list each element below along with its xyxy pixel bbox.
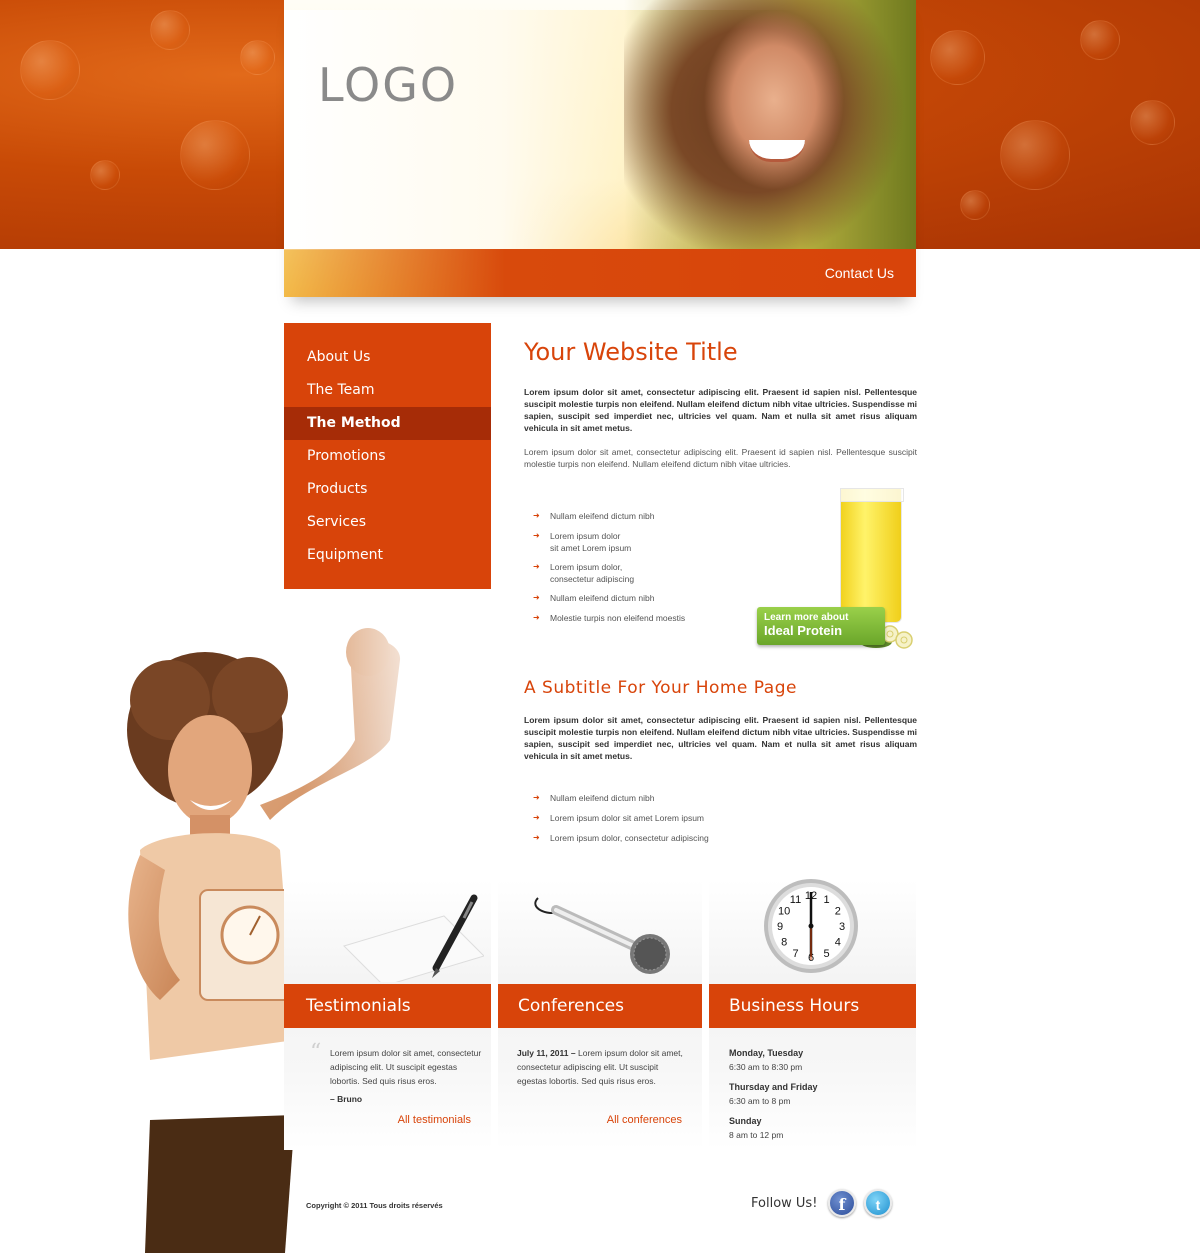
hours-list: Monday, Tuesday 6:30 am to 8:30 pm Thurs… bbox=[729, 1046, 899, 1148]
hours-time: 8 am to 12 pm bbox=[729, 1130, 784, 1140]
bubble-decoration bbox=[150, 10, 190, 50]
subtitle-paragraph: Lorem ipsum dolor sit amet, consectetur … bbox=[524, 715, 917, 761]
bubble-decoration bbox=[180, 120, 250, 190]
list-item-text: consectetur adipiscing bbox=[550, 574, 635, 584]
clock-number: 3 bbox=[839, 921, 845, 933]
list-item-text: Lorem ipsum dolor bbox=[550, 531, 621, 541]
bubble-decoration bbox=[1000, 120, 1070, 190]
hours-days: Monday, Tuesday bbox=[729, 1048, 804, 1058]
body-paragraph: Lorem ipsum dolor sit amet, consectetur … bbox=[524, 447, 917, 469]
nav-item-services[interactable]: Services bbox=[284, 506, 491, 539]
promo-big-text: Ideal Protein bbox=[764, 623, 843, 638]
lead-paragraph: Lorem ipsum dolor sit amet, consectetur … bbox=[524, 387, 917, 433]
bubble-decoration bbox=[20, 40, 80, 100]
promo-small-text: Learn more about bbox=[764, 612, 849, 623]
nav-item-about-us[interactable]: About Us bbox=[284, 341, 491, 374]
list-item: Lorem ipsum dolor sit amet Lorem ipsum bbox=[524, 530, 754, 554]
business-hours-panel: 121234567891011 Business Hours Monday, T… bbox=[709, 879, 916, 1150]
clock-number: 1 bbox=[823, 894, 829, 906]
facebook-icon[interactable]: f bbox=[828, 1189, 856, 1217]
site-logo[interactable]: LOGO bbox=[318, 58, 458, 112]
clock-icon: 121234567891011 bbox=[764, 879, 858, 973]
conferences-panel: Conferences July 11, 2011 – Lorem ipsum … bbox=[498, 880, 702, 1150]
list-item: Nullam eleifend dictum nibh bbox=[524, 792, 854, 804]
contact-us-link[interactable]: Contact Us bbox=[825, 265, 894, 281]
feature-list: Nullam eleifend dictum nibh Lorem ipsum … bbox=[524, 510, 754, 632]
clock-number: 9 bbox=[777, 921, 783, 933]
page-title: Your Website Title bbox=[524, 338, 738, 366]
bubble-decoration bbox=[240, 40, 275, 75]
testimonial-body: Lorem ipsum dolor sit amet, consectetur … bbox=[306, 1046, 484, 1106]
subtitle-section: A Subtitle For Your Home Page Lorem ipsu… bbox=[524, 678, 917, 762]
list-item-text: Lorem ipsum dolor, bbox=[550, 562, 623, 572]
all-testimonials-link[interactable]: All testimonials bbox=[398, 1114, 471, 1126]
list-item-text: Nullam eleifend dictum nibh bbox=[550, 593, 655, 603]
follow-us-label: Follow Us! bbox=[751, 1196, 818, 1211]
nav-item-promotions[interactable]: Promotions bbox=[284, 440, 491, 473]
list-item-text: Molestie turpis non eleifend moestis bbox=[550, 613, 686, 623]
juice-glass-image bbox=[840, 488, 904, 623]
contact-bar: Contact Us bbox=[284, 249, 916, 297]
clock-number: 10 bbox=[778, 906, 790, 918]
bubble-decoration bbox=[1130, 100, 1175, 145]
hours-days: Sunday bbox=[729, 1116, 762, 1126]
microphone-icon bbox=[534, 897, 670, 974]
bubble-decoration bbox=[930, 30, 985, 85]
conference-dash: – bbox=[570, 1048, 576, 1058]
list-item: Nullam eleifend dictum nibh bbox=[524, 592, 754, 604]
page-subtitle: A Subtitle For Your Home Page bbox=[524, 678, 797, 698]
feature-list-2: Nullam eleifend dictum nibh Lorem ipsum … bbox=[524, 792, 854, 852]
nav-item-products[interactable]: Products bbox=[284, 473, 491, 506]
clock-number: 4 bbox=[835, 937, 841, 949]
list-item-text: Nullam eleifend dictum nibh bbox=[550, 511, 655, 521]
copyright-text: Copyright © 2011 Tous droits réservés bbox=[306, 1201, 443, 1210]
clock-number: 8 bbox=[781, 937, 787, 949]
testimonial-quote: Lorem ipsum dolor sit amet, consectetur … bbox=[330, 1048, 482, 1086]
testimonial-author: – Bruno bbox=[330, 1094, 363, 1104]
list-item: Lorem ipsum dolor sit amet Lorem ipsum bbox=[524, 812, 854, 824]
testimonials-panel: Testimonials “ Lorem ipsum dolor sit ame… bbox=[284, 880, 491, 1150]
conference-date: July 11, 2011 bbox=[517, 1048, 569, 1058]
bubble-decoration bbox=[960, 190, 990, 220]
bubble-decoration bbox=[1080, 20, 1120, 60]
nav-item-equipment[interactable]: Equipment bbox=[284, 539, 491, 572]
list-item: Molestie turpis non eleifend moestis bbox=[524, 612, 754, 624]
list-item: Lorem ipsum dolor, consectetur adipiscing bbox=[524, 561, 754, 585]
hours-days: Thursday and Friday bbox=[729, 1082, 818, 1092]
sidebar-nav: About Us The Team The Method Promotions … bbox=[284, 323, 491, 589]
nav-item-the-method[interactable]: The Method bbox=[284, 407, 491, 440]
hours-time: 6:30 am to 8:30 pm bbox=[729, 1062, 803, 1072]
testimonials-heading: Testimonials bbox=[284, 984, 491, 1028]
list-item: Lorem ipsum dolor, consectetur adipiscin… bbox=[524, 832, 854, 844]
clock-number: 2 bbox=[835, 906, 841, 918]
clock-number: 11 bbox=[790, 894, 801, 906]
pen-paper-icon bbox=[343, 894, 484, 982]
business-hours-heading: Business Hours bbox=[709, 984, 916, 1028]
bubble-decoration bbox=[90, 160, 120, 190]
ideal-protein-button[interactable]: Learn more about Ideal Protein bbox=[757, 607, 885, 645]
header-photo-woman bbox=[624, 0, 916, 249]
conferences-heading: Conferences bbox=[498, 984, 702, 1028]
list-item-text: sit amet Lorem ipsum bbox=[550, 543, 632, 553]
nav-item-the-team[interactable]: The Team bbox=[284, 374, 491, 407]
all-conferences-link[interactable]: All conferences bbox=[607, 1114, 682, 1126]
hours-time: 6:30 am to 8 pm bbox=[729, 1096, 791, 1106]
clock-number: 7 bbox=[792, 948, 798, 960]
main-content: Your Website Title Lorem ipsum dolor sit… bbox=[524, 338, 917, 470]
clock-number: 5 bbox=[823, 948, 829, 960]
conference-body: July 11, 2011 – Lorem ipsum dolor sit am… bbox=[517, 1046, 687, 1088]
list-item: Nullam eleifend dictum nibh bbox=[524, 510, 754, 522]
nav-list: About Us The Team The Method Promotions … bbox=[284, 341, 491, 572]
twitter-icon[interactable]: t bbox=[864, 1189, 892, 1217]
